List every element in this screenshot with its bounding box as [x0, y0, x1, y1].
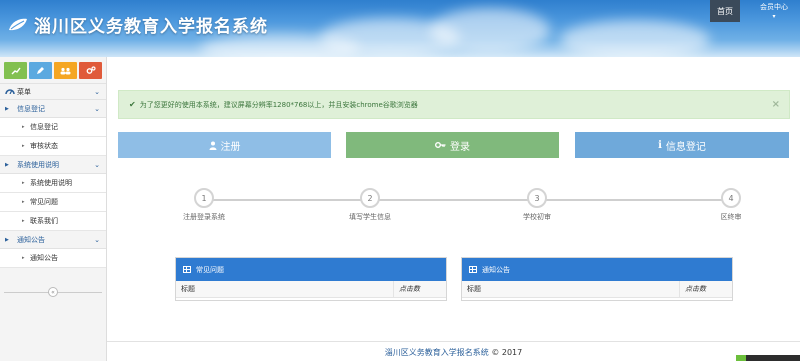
- step-number: 4: [721, 188, 741, 208]
- sidebar-group-registration[interactable]: ▶ 信息登记 ⌄: [0, 100, 106, 118]
- footer-copyright: © 2017: [491, 348, 523, 357]
- sidebar-item-label: 联系我们: [30, 217, 58, 225]
- step-number: 1: [194, 188, 214, 208]
- collapse-sidebar-icon[interactable]: «: [48, 287, 58, 297]
- chevron-down-icon: ⌄: [94, 104, 100, 113]
- column-header-title[interactable]: 标题: [176, 281, 394, 297]
- caret-down-icon: ▾: [772, 13, 776, 20]
- sidebar: 菜单 ⌄ ▶ 信息登记 ⌄ ▸ 信息登记 ▸ 审核状态 ▶ 系统使用说明 ⌄ ▸…: [0, 57, 107, 361]
- nav-member-label: 会员中心: [760, 3, 788, 11]
- leaf-logo-icon: [9, 18, 27, 30]
- caret-right-icon: ▶: [5, 161, 9, 168]
- step-2: 2 填写学生信息: [330, 188, 410, 222]
- step-4: 4 区终审: [691, 188, 771, 222]
- sidebar-item-instructions[interactable]: ▸ 系统使用说明: [0, 174, 106, 193]
- top-nav: 首页 会员中心 ▾: [710, 0, 800, 22]
- register-button[interactable]: 注册: [118, 132, 331, 158]
- sidebar-item-notices[interactable]: ▸ 通知公告: [0, 249, 106, 268]
- sidebar-item-label: 系统使用说明: [30, 179, 72, 187]
- table-icon: [183, 266, 191, 273]
- caret-right-icon: ▶: [5, 236, 9, 243]
- register-label: 注册: [220, 141, 241, 153]
- caret-right-icon: ▸: [22, 143, 25, 149]
- sidebar-item-faq[interactable]: ▸ 常见问题: [0, 193, 106, 212]
- dashboard-icon: [5, 87, 17, 97]
- app-title: 淄川区义务教育入学报名系统: [34, 17, 268, 37]
- chevron-down-icon: ⌄: [94, 235, 100, 244]
- status-badge: [736, 355, 800, 361]
- faq-table-header: 标题 点击数: [176, 281, 446, 298]
- sidebar-item-review-status[interactable]: ▸ 审核状态: [0, 137, 106, 156]
- close-icon[interactable]: ×: [772, 99, 780, 110]
- check-icon: ✔: [129, 100, 136, 109]
- sidebar-collapse-bar: «: [0, 287, 106, 297]
- caret-right-icon: ▸: [22, 218, 25, 224]
- process-steps: 1 注册登录系统 2 填写学生信息 3 学校初审 4 区终审: [107, 188, 800, 228]
- user-icon: [209, 141, 216, 150]
- sidebar-item-label: 审核状态: [30, 142, 58, 150]
- step-label: 注册登录系统: [183, 213, 225, 221]
- sidebar-group-label: 信息登记: [17, 104, 45, 113]
- faq-panel: 常见问题 标题 点击数: [175, 257, 447, 301]
- caret-right-icon: ▸: [22, 255, 25, 261]
- sidebar-group-notices[interactable]: ▶ 通知公告 ⌄: [0, 231, 106, 249]
- pencil-icon[interactable]: [29, 62, 52, 79]
- notice-panel: 通知公告 标题 点击数: [461, 257, 733, 301]
- notice-panel-header: 通知公告: [462, 258, 732, 281]
- cogs-icon[interactable]: [79, 62, 102, 79]
- users-icon[interactable]: [54, 62, 77, 79]
- caret-right-icon: ▸: [22, 124, 25, 130]
- steps-connector: [204, 199, 732, 201]
- step-number: 2: [360, 188, 380, 208]
- chevron-down-icon: ⌄: [94, 87, 100, 96]
- caret-right-icon: ▶: [5, 105, 9, 112]
- caret-right-icon: ▸: [22, 180, 25, 186]
- chart-icon[interactable]: [4, 62, 27, 79]
- footer-site-name: 淄川区义务教育入学报名系统: [384, 348, 489, 357]
- key-icon: [435, 142, 446, 148]
- sidebar-item-label: 信息登记: [30, 123, 58, 131]
- info-registration-button[interactable]: i 信息登记: [575, 132, 789, 158]
- step-3: 3 学校初审: [497, 188, 577, 222]
- sidebar-item-label: 常见问题: [30, 198, 58, 206]
- menu-header[interactable]: 菜单 ⌄: [0, 83, 106, 100]
- caret-right-icon: ▸: [22, 199, 25, 205]
- faq-panel-header: 常见问题: [176, 258, 446, 281]
- info-icon: i: [658, 139, 662, 151]
- step-number: 3: [527, 188, 547, 208]
- sidebar-group-label: 系统使用说明: [17, 160, 59, 169]
- login-label: 登录: [450, 141, 470, 153]
- main-content: ✔ 为了您更好的使用本系统，建议屏幕分辨率1280*768以上，并且安装chro…: [107, 57, 800, 361]
- sidebar-item-info-registration[interactable]: ▸ 信息登记: [0, 118, 106, 137]
- table-icon: [469, 266, 477, 273]
- faq-panel-title: 常见问题: [196, 265, 224, 274]
- alert-text: 为了您更好的使用本系统，建议屏幕分辨率1280*768以上，并且安装chrome…: [139, 100, 418, 109]
- column-header-clicks[interactable]: 点击数: [680, 281, 732, 297]
- sidebar-group-label: 通知公告: [17, 235, 45, 244]
- nav-member-center[interactable]: 会员中心 ▾: [748, 0, 800, 22]
- footer-divider: [107, 341, 800, 342]
- sidebar-item-label: 通知公告: [30, 254, 58, 262]
- step-1: 1 注册登录系统: [164, 188, 244, 222]
- menu-label: 菜单: [17, 87, 31, 96]
- column-header-title[interactable]: 标题: [462, 281, 680, 297]
- notice-panel-title: 通知公告: [482, 265, 510, 274]
- login-button[interactable]: 登录: [346, 132, 559, 158]
- shortcut-bar: [0, 57, 106, 83]
- chevron-down-icon: ⌄: [94, 160, 100, 169]
- step-label: 区终审: [720, 213, 742, 221]
- info-label: 信息登记: [665, 141, 706, 153]
- browser-tip-alert: ✔ 为了您更好的使用本系统，建议屏幕分辨率1280*768以上，并且安装chro…: [118, 90, 790, 119]
- sidebar-item-contact[interactable]: ▸ 联系我们: [0, 212, 106, 231]
- step-label: 填写学生信息: [349, 213, 391, 221]
- notice-table-header: 标题 点击数: [462, 281, 732, 298]
- column-header-clicks[interactable]: 点击数: [394, 281, 446, 297]
- sidebar-group-instructions[interactable]: ▶ 系统使用说明 ⌄: [0, 156, 106, 174]
- brand[interactable]: 淄川区义务教育入学报名系统: [8, 12, 268, 37]
- app-header: 淄川区义务教育入学报名系统 首页 会员中心 ▾: [0, 0, 800, 57]
- step-label: 学校初审: [523, 213, 551, 221]
- footer: 淄川区义务教育入学报名系统 © 2017: [107, 347, 800, 358]
- nav-home-link[interactable]: 首页: [710, 0, 740, 22]
